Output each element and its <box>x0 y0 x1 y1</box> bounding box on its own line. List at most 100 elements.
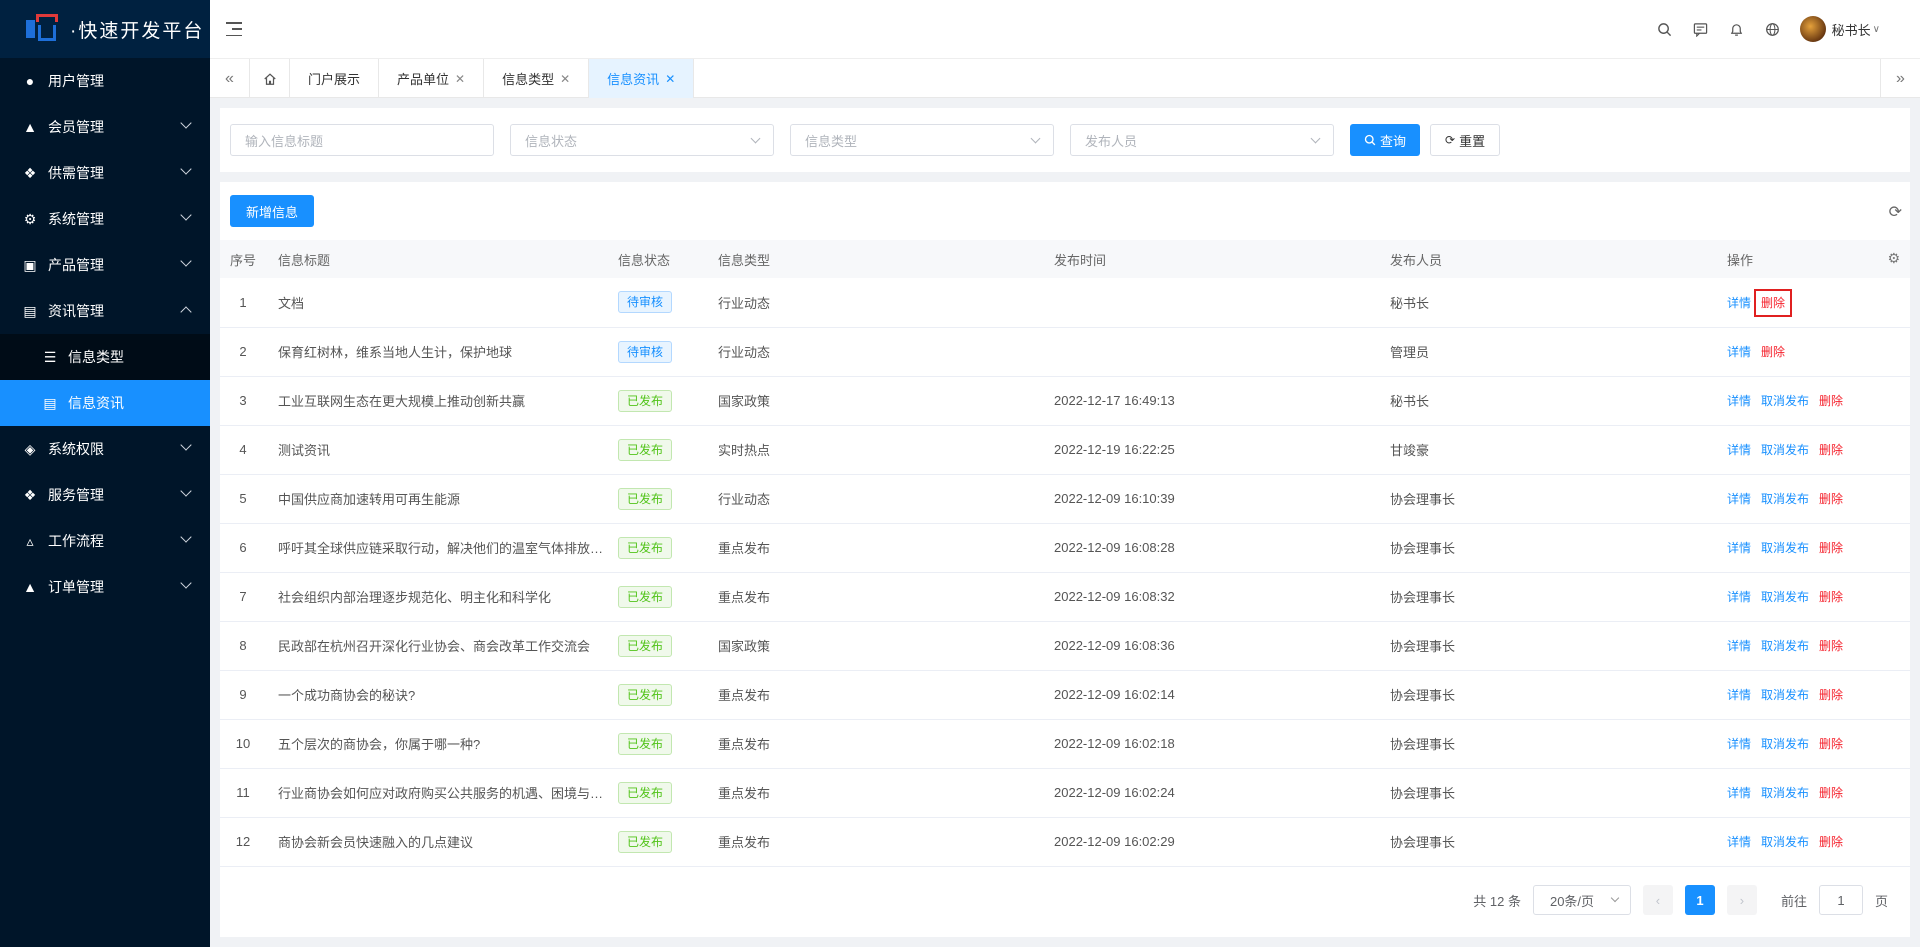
row-index: 1 <box>239 294 247 310</box>
sidebar-item[interactable]: ▲ 会员管理 <box>0 104 210 150</box>
tab[interactable]: 信息资讯 ✕ <box>589 59 695 98</box>
detail-link[interactable]: 详情 <box>1727 394 1751 408</box>
row-actions: 详情 取消发布 删除 <box>1715 425 1910 474</box>
chevron-down-icon[interactable]: ∨ <box>1873 24 1880 35</box>
sidebar-item[interactable]: ▣ 产品管理 <box>0 242 210 288</box>
delete-link[interactable]: 删除 <box>1819 835 1843 849</box>
unpublish-link[interactable]: 取消发布 <box>1761 590 1809 604</box>
publisher-select[interactable]: 发布人员 <box>1070 124 1334 156</box>
unpublish-link[interactable]: 取消发布 <box>1761 639 1809 653</box>
delete-link[interactable]: 删除 <box>1754 288 1793 317</box>
avatar[interactable] <box>1799 16 1826 42</box>
delete-link[interactable]: 删除 <box>1819 590 1843 604</box>
delete-link[interactable]: 删除 <box>1819 394 1843 408</box>
globe-icon[interactable] <box>1764 20 1782 38</box>
sidebar-item[interactable]: ◈ 系统权限 <box>0 426 210 472</box>
unpublish-link[interactable]: 取消发布 <box>1761 737 1809 751</box>
pagination-total: 共 12 条 <box>1473 893 1521 909</box>
detail-link[interactable]: 详情 <box>1727 639 1751 653</box>
sidebar-item[interactable]: ▤ 资讯管理 <box>0 288 210 334</box>
chevron-down-icon <box>180 117 192 129</box>
delete-link[interactable]: 删除 <box>1819 688 1843 702</box>
status-select-placeholder: 信息状态 <box>525 133 578 149</box>
unpublish-link[interactable]: 取消发布 <box>1761 688 1809 702</box>
detail-link[interactable]: 详情 <box>1727 296 1751 310</box>
column-header: 信息标题 <box>278 252 331 268</box>
row-publisher: 秘书长 <box>1390 295 1430 311</box>
add-info-button[interactable]: 新增信息 <box>230 195 315 227</box>
reset-button[interactable]: ⟳ 重置 <box>1430 124 1501 156</box>
next-page-button[interactable]: › <box>1726 885 1757 915</box>
row-type: 重点发布 <box>718 786 771 801</box>
query-button[interactable]: 查询 <box>1350 124 1421 156</box>
detail-link[interactable]: 详情 <box>1727 492 1751 506</box>
sidebar-subitem[interactable]: ▤ 信息资讯 <box>0 380 210 426</box>
detail-link[interactable]: 详情 <box>1727 786 1751 800</box>
detail-link[interactable]: 详情 <box>1727 541 1751 555</box>
search-icon[interactable] <box>1656 20 1674 38</box>
row-time: 2022-12-09 16:08:36 <box>1054 638 1175 653</box>
unpublish-link[interactable]: 取消发布 <box>1761 443 1809 457</box>
detail-link[interactable]: 详情 <box>1727 688 1751 702</box>
row-index: 5 <box>239 491 247 506</box>
close-icon[interactable]: ✕ <box>560 72 570 86</box>
row-status-cell: 已发布 <box>606 572 706 621</box>
table-row: 6 呼吁其全球供应链采取行动，解决他们的温室气体排放问... 已发布 重点发布 … <box>220 523 1910 572</box>
sidebar-item[interactable]: ▲ 订单管理 <box>0 564 210 610</box>
type-select[interactable]: 信息类型 <box>790 124 1054 156</box>
row-status-cell: 待审核 <box>606 278 706 327</box>
title-search-input[interactable]: 输入信息标题 <box>230 124 494 156</box>
unpublish-link[interactable]: 取消发布 <box>1761 394 1809 408</box>
unpublish-link[interactable]: 取消发布 <box>1761 541 1809 555</box>
prev-page-button[interactable]: ‹ <box>1642 885 1673 915</box>
settings-icon[interactable]: ⚙ <box>1887 250 1900 267</box>
column-header: 信息类型 <box>718 252 771 268</box>
sidebar-item[interactable]: ● 用户管理 <box>0 58 210 104</box>
delete-link[interactable]: 删除 <box>1761 345 1785 359</box>
row-title: 五个层次的商协会，你属于哪一种? <box>278 737 481 752</box>
row-publisher: 秘书长 <box>1390 394 1430 409</box>
detail-link[interactable]: 详情 <box>1727 443 1751 457</box>
current-page-button[interactable]: 1 <box>1684 885 1715 915</box>
detail-link[interactable]: 详情 <box>1727 345 1751 359</box>
refresh-icon[interactable]: ⟳ <box>1889 202 1902 222</box>
goto-page-input[interactable]: 1 <box>1818 885 1863 915</box>
sidebar-subitem[interactable]: ☰ 信息类型 <box>0 334 210 380</box>
row-actions: 详情 取消发布 删除 <box>1715 474 1910 523</box>
column-header: 操作 ⚙ <box>1715 240 1910 278</box>
unpublish-link[interactable]: 取消发布 <box>1761 835 1809 849</box>
unpublish-link[interactable]: 取消发布 <box>1761 786 1809 800</box>
delete-link[interactable]: 删除 <box>1819 492 1843 506</box>
delete-link[interactable]: 删除 <box>1819 737 1843 751</box>
username[interactable]: 秘书长 <box>1832 20 1871 39</box>
home-tab-icon[interactable] <box>250 59 290 98</box>
close-icon[interactable]: ✕ <box>455 72 465 86</box>
menu-toggle-icon[interactable] <box>226 22 242 36</box>
delete-link[interactable]: 删除 <box>1819 443 1843 457</box>
tab[interactable]: 门户展示 <box>290 59 380 98</box>
status-select[interactable]: 信息状态 <box>510 124 774 156</box>
bell-icon[interactable] <box>1728 20 1746 38</box>
row-index: 9 <box>239 687 247 702</box>
tab[interactable]: 产品单位 ✕ <box>379 59 485 98</box>
detail-link[interactable]: 详情 <box>1727 590 1751 604</box>
delete-link[interactable]: 删除 <box>1819 541 1843 555</box>
sidebar-item[interactable]: ❖ 服务管理 <box>0 472 210 518</box>
delete-link[interactable]: 删除 <box>1819 639 1843 653</box>
detail-link[interactable]: 详情 <box>1727 835 1751 849</box>
tabs-scroll-right-icon[interactable]: » <box>1880 59 1920 98</box>
close-icon[interactable]: ✕ <box>665 72 675 86</box>
table-row: 7 社会组织内部治理逐步规范化、明主化和科学化 已发布 重点发布 2022-12… <box>220 572 1910 621</box>
sidebar-item[interactable]: ❖ 供需管理 <box>0 150 210 196</box>
message-icon[interactable] <box>1692 20 1710 38</box>
row-time: 2022-12-17 16:49:13 <box>1054 393 1175 408</box>
unpublish-link[interactable]: 取消发布 <box>1761 492 1809 506</box>
sidebar-item[interactable]: ▵ 工作流程 <box>0 518 210 564</box>
tab[interactable]: 信息类型 ✕ <box>484 59 590 98</box>
tabs-scroll-left-icon[interactable]: « <box>210 59 250 98</box>
delete-link[interactable]: 删除 <box>1819 786 1843 800</box>
detail-link[interactable]: 详情 <box>1727 737 1751 751</box>
sidebar-item[interactable]: ⚙ 系统管理 <box>0 196 210 242</box>
page-size-select[interactable]: 20条/页 <box>1532 885 1631 915</box>
info-table: 序号 信息标题 信息状态 信息类型 发布时间 发布人员 操作 ⚙ 1 文档 待审核… <box>220 240 1910 867</box>
